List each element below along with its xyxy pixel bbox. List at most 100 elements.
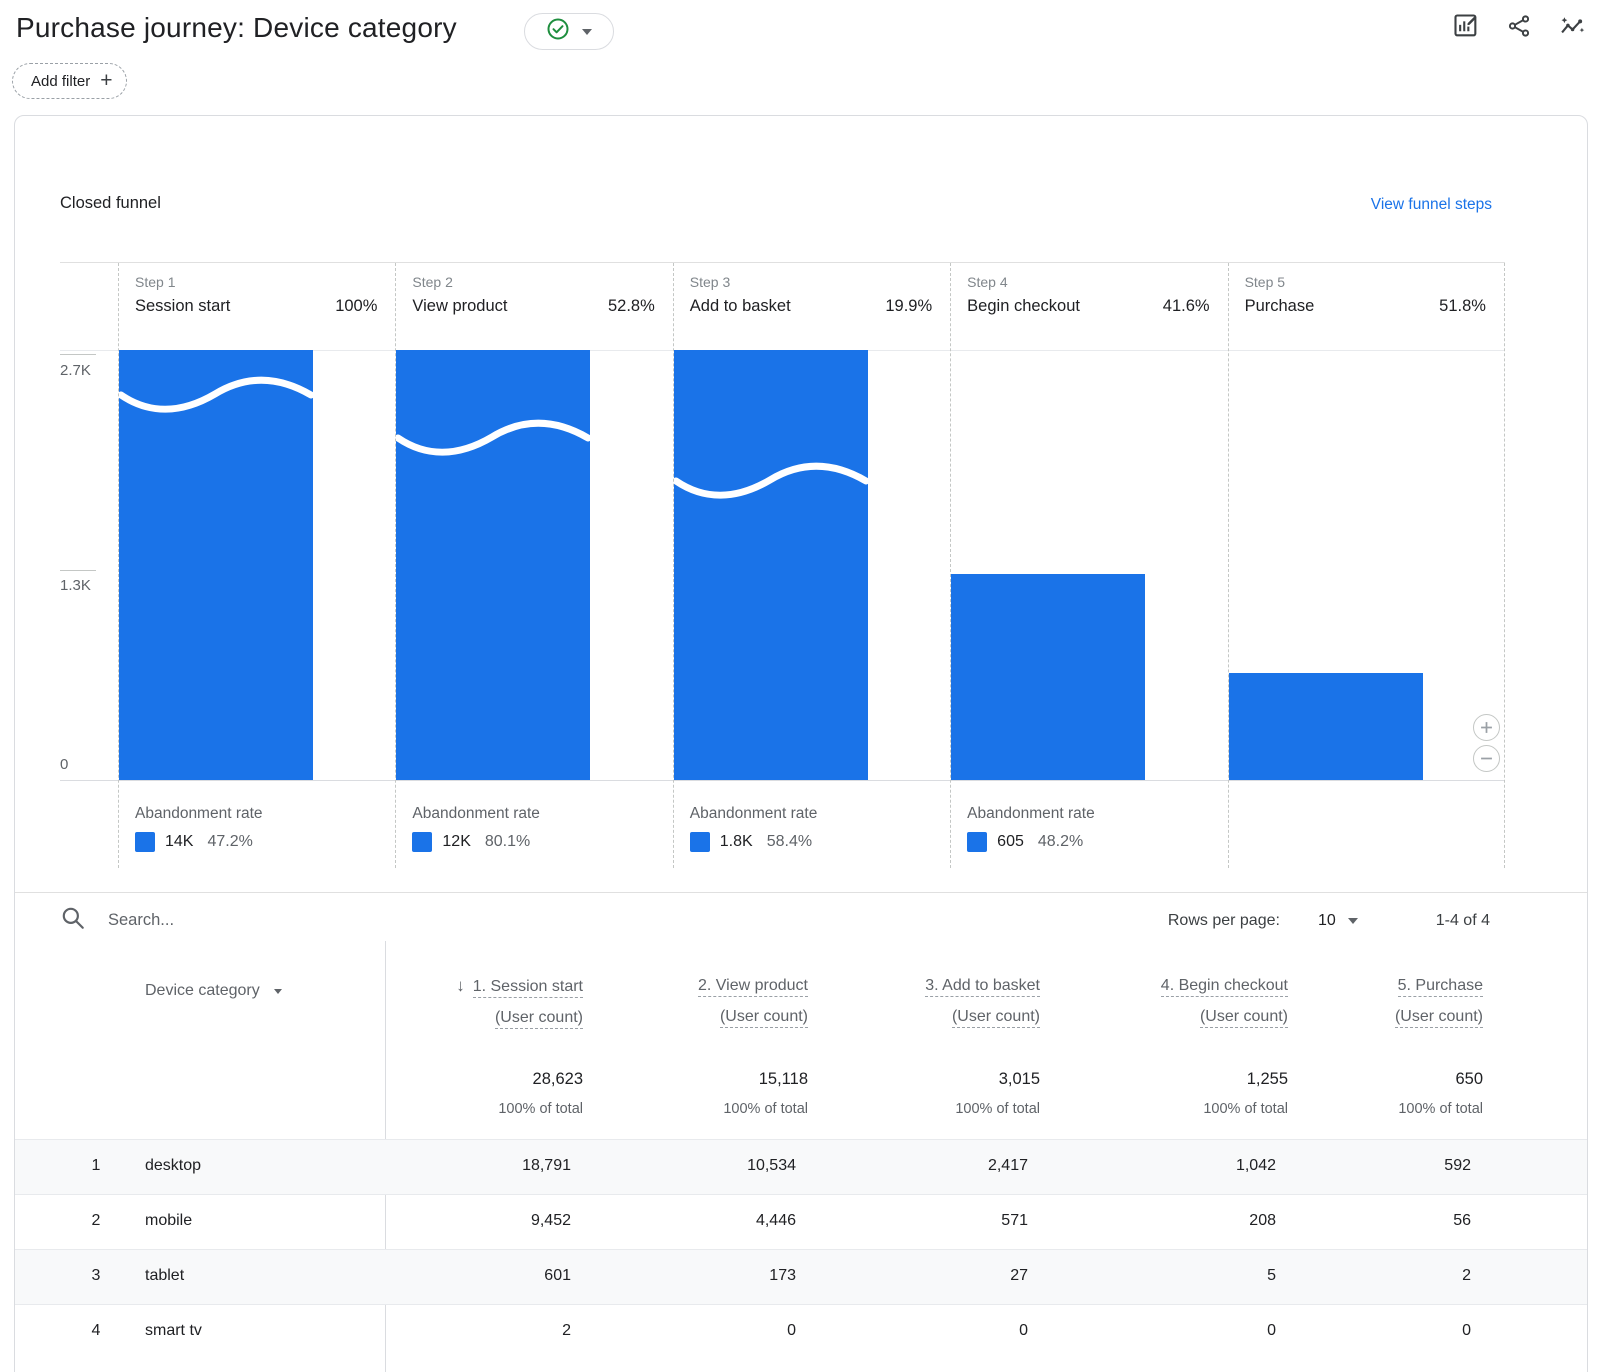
table-search — [60, 905, 608, 936]
table-row-smart-tv[interactable]: 4 smart tv 2 0 0 0 0 — [15, 1304, 1587, 1359]
funnel-bar-view-product[interactable] — [396, 350, 590, 780]
column-title: 3. Add to basket — [925, 977, 1040, 997]
abandonment-value: 1.8K — [720, 833, 753, 851]
funnel-bar-session-start[interactable] — [119, 350, 313, 780]
column-header-view-product[interactable]: 2. View product (User count) — [608, 970, 808, 1032]
row-device: smart tv — [145, 1322, 202, 1340]
column-header-begin-checkout[interactable]: 4. Begin checkout (User count) — [1068, 970, 1288, 1032]
report-status-badge[interactable] — [524, 13, 614, 50]
cell-purchase: 2 — [1301, 1267, 1471, 1285]
column-header-add-to-basket[interactable]: 3. Add to basket (User count) — [830, 970, 1040, 1032]
column-subtitle: (User count) — [1200, 1008, 1288, 1028]
cell-purchase: 0 — [1301, 1322, 1471, 1340]
column-header-purchase[interactable]: 5. Purchase (User count) — [1313, 970, 1483, 1032]
step-completion-rate: 100% — [335, 297, 377, 316]
table-row-tablet[interactable]: 3 tablet 601 173 27 5 2 — [15, 1249, 1587, 1304]
rows-per-page-caret-icon[interactable] — [1348, 918, 1358, 924]
plus-icon: + — [100, 70, 112, 91]
cell-add-to-basket: 2,417 — [818, 1157, 1028, 1175]
table-row-desktop[interactable]: 1 desktop 18,791 10,534 2,417 1,042 592 — [15, 1139, 1587, 1194]
step-name: Begin checkout — [967, 297, 1080, 316]
cell-add-to-basket: 571 — [818, 1212, 1028, 1230]
device-category-label: Device category — [145, 982, 260, 1000]
abandonment-rate: 47.2% — [207, 833, 252, 851]
step-name: Add to basket — [690, 297, 791, 316]
share-icon[interactable] — [1506, 13, 1532, 39]
abandonment-value: 12K — [442, 833, 470, 851]
column-subtitle: (User count) — [720, 1008, 808, 1028]
header-toolbar — [1452, 12, 1586, 40]
step-completion-rate: 52.8% — [608, 297, 655, 316]
legend-swatch — [967, 832, 987, 852]
row-device: desktop — [145, 1157, 201, 1175]
cell-begin-checkout: 0 — [1056, 1322, 1276, 1340]
step-number: Step 3 — [690, 274, 932, 290]
legend-swatch — [135, 832, 155, 852]
total-view-product: 15,118 100% of total — [608, 1066, 808, 1122]
step-completion-rate: 51.8% — [1439, 297, 1486, 316]
column-title: 5. Purchase — [1398, 977, 1483, 997]
table-row-mobile[interactable]: 2 mobile 9,452 4,446 571 208 56 — [15, 1194, 1587, 1249]
column-header-session-start[interactable]: ↓1. Session start (User count) — [403, 970, 583, 1033]
column-subtitle: (User count) — [952, 1008, 1040, 1028]
edit-chart-icon[interactable] — [1452, 12, 1480, 40]
total-begin-checkout: 1,255 100% of total — [1068, 1066, 1288, 1122]
search-input[interactable] — [108, 911, 608, 930]
view-funnel-steps-link[interactable]: View funnel steps — [1371, 196, 1492, 214]
row-index: 1 — [81, 1157, 111, 1175]
check-circle-icon — [546, 17, 570, 46]
table-separator — [15, 892, 1587, 893]
total-session-start: 28,623 100% of total — [403, 1066, 583, 1122]
legend-swatch — [690, 832, 710, 852]
zoom-out-button[interactable] — [1473, 745, 1500, 772]
funnel-bar-begin-checkout[interactable] — [951, 574, 1145, 780]
total-share: 100% of total — [608, 1096, 808, 1122]
step-number: Step 2 — [412, 274, 654, 290]
total-share: 100% of total — [1068, 1096, 1288, 1122]
row-index: 4 — [81, 1322, 111, 1340]
funnel-bar-add-to-basket[interactable] — [674, 350, 868, 780]
total-value: 650 — [1313, 1066, 1483, 1092]
cell-view-product: 4,446 — [596, 1212, 796, 1230]
total-share: 100% of total — [1313, 1096, 1483, 1122]
row-index: 2 — [81, 1212, 111, 1230]
column-title: 4. Begin checkout — [1161, 977, 1288, 997]
row-index: 3 — [81, 1267, 111, 1285]
y-label-13k: 1.3K — [60, 577, 91, 594]
add-filter-label: Add filter — [31, 73, 90, 90]
step-completion-rate: 19.9% — [885, 297, 932, 316]
zoom-in-button[interactable] — [1473, 714, 1500, 741]
chevron-down-icon — [582, 29, 592, 35]
cell-session-start: 2 — [391, 1322, 571, 1340]
total-add-to-basket: 3,015 100% of total — [830, 1066, 1040, 1122]
step-name: Purchase — [1245, 297, 1315, 316]
device-category-header[interactable]: Device category — [145, 982, 282, 1000]
y-tick-13k — [60, 570, 96, 571]
step-number: Step 4 — [967, 274, 1209, 290]
pagination-controls: Rows per page: 10 1-4 of 4 — [1168, 912, 1490, 930]
abandonment-step-2: Abandonment rate 12K 80.1% — [412, 805, 540, 852]
cell-session-start: 18,791 — [391, 1157, 571, 1175]
abandonment-value: 14K — [165, 833, 193, 851]
insights-icon[interactable] — [1558, 12, 1586, 40]
column-title: 1. Session start — [473, 978, 583, 998]
column-subtitle: (User count) — [1395, 1008, 1483, 1028]
rows-per-page-value[interactable]: 10 — [1318, 912, 1336, 930]
y-label-27k: 2.7K — [60, 362, 91, 379]
total-value: 28,623 — [403, 1066, 583, 1092]
column-title: 2. View product — [698, 977, 808, 997]
add-filter-button[interactable]: Add filter + — [12, 63, 127, 99]
funnel-bar-purchase[interactable] — [1229, 673, 1423, 780]
total-purchase: 650 100% of total — [1313, 1066, 1483, 1122]
row-device: tablet — [145, 1267, 184, 1285]
total-share: 100% of total — [830, 1096, 1040, 1122]
legend-swatch — [412, 832, 432, 852]
abandonment-label: Abandonment rate — [967, 805, 1095, 823]
step-number: Step 5 — [1245, 274, 1486, 290]
total-share: 100% of total — [403, 1096, 583, 1122]
total-value: 15,118 — [608, 1066, 808, 1092]
cell-add-to-basket: 0 — [818, 1322, 1028, 1340]
ga4-funnel-exploration: Purchase journey: Device category — [0, 0, 1600, 1372]
pagination-range: 1-4 of 4 — [1436, 912, 1490, 930]
abandonment-step-4: Abandonment rate 605 48.2% — [967, 805, 1095, 852]
